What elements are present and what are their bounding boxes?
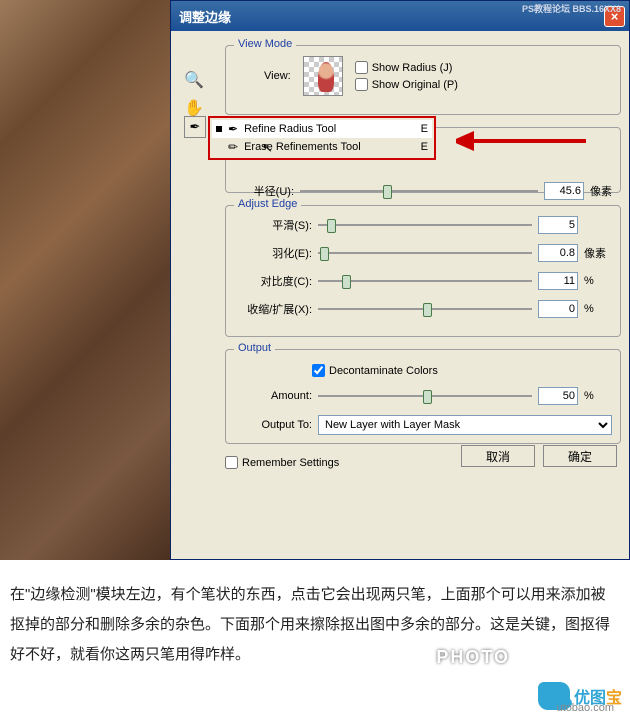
photo-watermark: PHOTO [436,647,510,668]
output-to-select[interactable]: New Layer with Layer Mask [318,415,612,435]
decontaminate-input[interactable] [312,364,325,377]
contrast-label: 对比度(C): [234,273,312,289]
amount-unit: % [584,390,612,402]
adjust-edge-legend: Adjust Edge [234,198,301,210]
smooth-label: 平滑(S): [234,217,312,233]
brush-tool-menu: ✒ Refine Radius Tool E ✏ Erase Refinemen… [208,116,436,160]
contrast-slider[interactable] [318,273,532,289]
refine-radius-tool-item[interactable]: ✒ Refine Radius Tool E [212,120,432,138]
view-mode-legend: View Mode [234,38,296,50]
edge-detection-group: ✒ ✒ Refine Radius Tool E ✏ Erase Refinem… [225,127,621,193]
view-label: View: [264,70,291,82]
amount-slider[interactable] [318,388,532,404]
output-group: Output Decontaminate Colors Amount: % Ou… [225,349,621,444]
feather-unit: 像素 [584,245,612,261]
background-photo [0,0,170,560]
description-paragraph: 在"边缘检测"模块左边，有个笔状的东西，点击它会出现两只笔，上面那个可以用来添加… [10,580,620,670]
active-bullet-icon [216,126,222,132]
radius-unit: 像素 [590,183,612,199]
eraser-icon: ✏ [228,140,238,154]
ok-button[interactable]: 确定 [543,445,617,467]
radius-input[interactable] [544,182,584,200]
smooth-input[interactable] [538,216,578,234]
brush-tool-button[interactable]: ✒ [184,116,206,138]
shift-unit: % [584,303,612,315]
feather-label: 羽化(E): [234,245,312,261]
adjust-edge-group: Adjust Edge 平滑(S): 羽化(E): 像素 对比度(C): % 收 [225,205,621,337]
brush-icon: ✒ [228,122,238,136]
zoom-tool-icon[interactable]: 🔍 [183,69,205,91]
smooth-slider[interactable] [318,217,532,233]
show-original-checkbox[interactable]: Show Original (P) [355,78,458,91]
contrast-input[interactable] [538,272,578,290]
view-mode-group: View Mode View: Show Radius (J) Show Ori… [225,45,621,115]
titlebar[interactable]: 调整边缘 PS教程论坛 BBS.16XX8 × [171,1,629,31]
amount-input[interactable] [538,387,578,405]
utobao-logo: 优图宝 utobao.com [538,682,622,710]
remember-input[interactable] [225,456,238,469]
shift-label: 收缩/扩展(X): [234,301,312,317]
show-radius-input[interactable] [355,61,368,74]
decontaminate-checkbox[interactable]: Decontaminate Colors [312,364,612,377]
feather-slider[interactable] [318,245,532,261]
output-legend: Output [234,342,275,354]
cursor-icon: ↖ [262,140,273,156]
radius-label: 半径(U): [234,183,294,199]
amount-label: Amount: [234,390,312,402]
show-radius-checkbox[interactable]: Show Radius (J) [355,61,458,74]
watermark-text: PS教程论坛 BBS.16XX8 [522,4,621,15]
show-original-input[interactable] [355,78,368,91]
shift-slider[interactable] [318,301,532,317]
contrast-unit: % [584,275,612,287]
feather-input[interactable] [538,244,578,262]
shift-input[interactable] [538,300,578,318]
view-thumbnail[interactable] [303,56,343,96]
output-to-label: Output To: [234,419,312,431]
cancel-button[interactable]: 取消 [461,445,535,467]
erase-refinements-tool-item[interactable]: ✏ Erase Refinements Tool E [212,138,432,156]
red-arrow-annotation [456,126,586,156]
refine-edge-dialog: 调整边缘 PS教程论坛 BBS.16XX8 × 🔍 ✋ View Mode Vi… [170,0,630,560]
radius-slider[interactable] [300,183,538,199]
